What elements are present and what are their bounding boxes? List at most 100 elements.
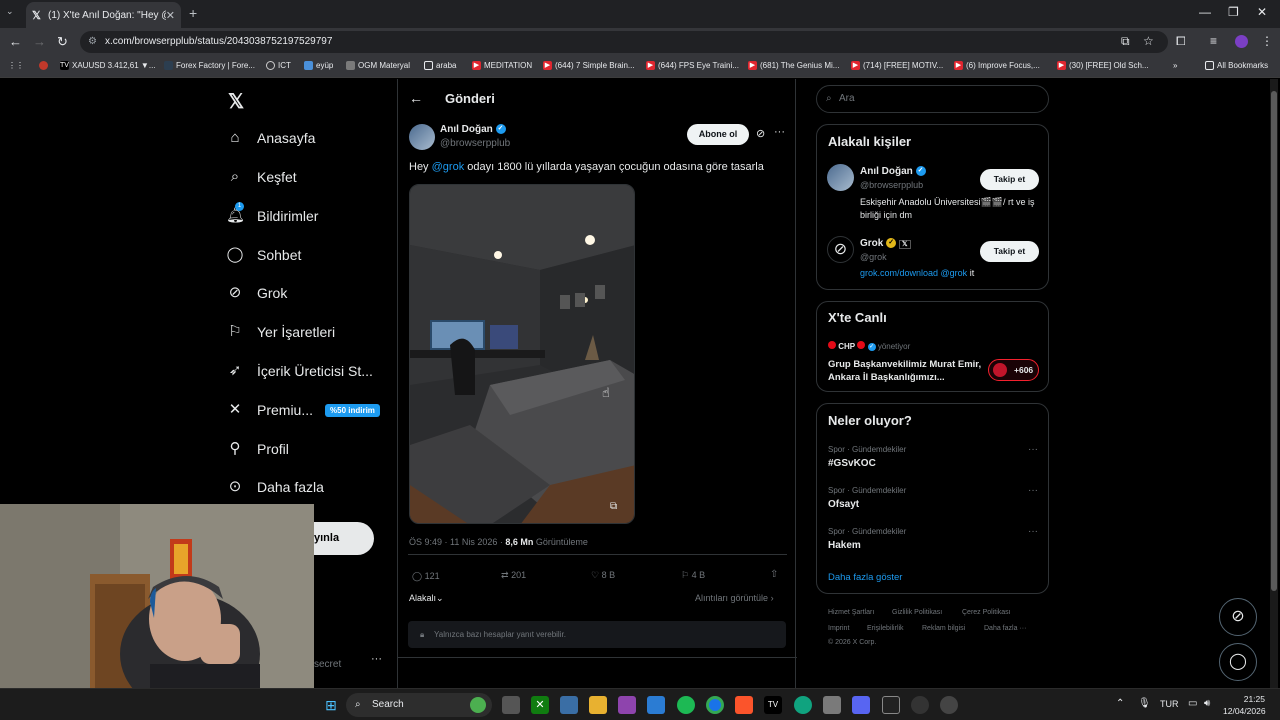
scrollbar[interactable] <box>1270 79 1278 688</box>
volume-icon[interactable]: 🔊︎ <box>1204 698 1210 709</box>
bookmark-item[interactable]: ▶ (6) Improve Focus,... <box>954 61 1040 70</box>
app-icon[interactable] <box>882 696 900 714</box>
footer-link[interactable]: Gizlilik Politikası <box>892 609 942 616</box>
show-more-link[interactable]: Daha fazla göster <box>828 572 902 583</box>
new-tab-button[interactable]: + <box>189 5 197 21</box>
messages-float-button[interactable]: ◯ <box>1219 643 1257 681</box>
search-input[interactable]: ⌕ Ara <box>816 85 1049 113</box>
bookmark-item[interactable]: ▶ (681) The Genius Mi... <box>748 61 839 70</box>
live-host-row[interactable]: CHP ✓ yönetiyor <box>828 341 910 351</box>
person-avatar[interactable] <box>827 164 854 191</box>
scrollbar-thumb[interactable] <box>1271 91 1277 591</box>
nav-chat[interactable]: ◯ Sohbet <box>226 246 302 264</box>
copilot-icon[interactable] <box>647 696 665 714</box>
like-action[interactable]: ♡ 8 B <box>591 570 615 581</box>
subscribe-button[interactable]: Abone ol <box>687 124 749 145</box>
trend-name[interactable]: #GSvKOC <box>828 458 876 469</box>
app-icon[interactable] <box>911 696 929 714</box>
trend-more-icon[interactable]: ··· <box>1028 526 1038 537</box>
post-image[interactable]: ⧉ <box>409 184 635 524</box>
nav-more[interactable]: ⊙ Daha fazla <box>226 478 324 496</box>
follow-button[interactable]: Takip et <box>980 241 1039 262</box>
profile-avatar[interactable] <box>1235 35 1248 48</box>
post-more-icon[interactable]: ··· <box>774 126 785 138</box>
network-icon[interactable]: ▭ <box>1188 698 1197 709</box>
bookmark-item[interactable] <box>39 61 48 70</box>
nav-premium[interactable]: ✕ Premiu... %50 indirim <box>226 401 380 419</box>
app-icon[interactable] <box>618 696 636 714</box>
site-info-icon[interactable]: ⚙ <box>88 31 97 53</box>
bookmark-item[interactable]: OGM Materyal <box>346 61 410 70</box>
footer-link[interactable]: Çerez Politikası <box>962 609 1011 616</box>
bookmark-star-icon[interactable]: ☆ <box>1143 34 1154 48</box>
browser-menu-icon[interactable]: ⋮ <box>1261 34 1273 48</box>
sort-replies-dropdown[interactable]: Alakalı⌄ <box>409 593 444 604</box>
task-view-icon[interactable] <box>502 696 520 714</box>
tradingview-icon[interactable]: TV <box>764 696 782 714</box>
nav-notifications[interactable]: 🔔︎ 1 Bildirimler <box>226 202 318 225</box>
bookmark-item[interactable]: ▶ (30) [FREE] Old Sch... <box>1057 61 1149 70</box>
trend-more-icon[interactable]: ··· <box>1028 444 1038 455</box>
reload-icon[interactable]: ↻ <box>57 34 68 50</box>
bookmark-item[interactable]: eyüp <box>304 61 333 70</box>
discord-icon[interactable] <box>852 696 870 714</box>
live-listeners-pill[interactable]: +606 <box>988 359 1039 381</box>
file-explorer-icon[interactable] <box>589 696 607 714</box>
author-handle[interactable]: @browserpplub <box>440 138 510 149</box>
spotify-icon[interactable] <box>677 696 695 714</box>
footer-link[interactable]: Imprint <box>828 625 849 632</box>
browser-tab[interactable]: 𝕏 (1) X'te Anıl Doğan: "Hey @gro ✕ <box>26 2 181 28</box>
author-avatar[interactable] <box>409 124 435 150</box>
footer-link[interactable]: Reklam bilgisi <box>922 625 965 632</box>
bookmark-item[interactable]: ▶ MEDITATION <box>472 61 532 70</box>
grok-float-button[interactable]: ⊘ <box>1219 598 1257 636</box>
bookmarks-overflow-icon[interactable]: » <box>1173 61 1177 70</box>
nav-explore[interactable]: ⌕ Keşfet <box>226 168 297 186</box>
footer-link[interactable]: Hizmet Şartları <box>828 609 874 616</box>
bio-link[interactable]: grok.com/download @grok <box>860 268 967 278</box>
install-app-icon[interactable]: ⧉ <box>1121 34 1130 49</box>
footer-link[interactable]: Daha fazla ··· <box>984 625 1026 632</box>
live-text[interactable]: Grup Başkanvekilimiz Murat Emir, Ankara … <box>828 358 983 384</box>
person-name[interactable]: Grok ✓ 𝕏 <box>860 238 911 249</box>
nav-creator-studio[interactable]: ➶ İçerik Üreticisi St... <box>226 362 373 380</box>
bookmark-folder[interactable]: araba <box>424 61 456 70</box>
bookmark-action[interactable]: ⚐ 4 B <box>681 570 705 581</box>
forward-icon[interactable]: → <box>33 34 46 49</box>
trend-name[interactable]: Hakem <box>828 540 861 551</box>
clock[interactable]: 21:25 12/04/2026 <box>1223 693 1266 717</box>
tab-close-icon[interactable]: ✕ <box>166 9 175 22</box>
taskbar-search[interactable]: ⌕ Search <box>346 693 492 717</box>
repost-action[interactable]: ⇄ 201 <box>501 570 526 581</box>
grok-avatar-icon[interactable]: ⊘ <box>827 236 854 263</box>
windows-start-icon[interactable]: ⊞ <box>322 696 340 714</box>
bookmark-item[interactable]: ICT <box>266 61 291 70</box>
back-arrow-icon[interactable]: ← <box>409 90 423 106</box>
nav-grok[interactable]: ⊘ Grok <box>226 284 288 302</box>
account-more-icon[interactable]: ··· <box>371 653 382 665</box>
app-icon[interactable] <box>823 696 841 714</box>
view-quotes-link[interactable]: Alıntıları görüntüle › <box>695 593 774 603</box>
tab-groups-icon[interactable]: ≡ <box>1210 34 1217 48</box>
extensions-icon[interactable]: ⧠ <box>1176 34 1186 49</box>
input-language[interactable]: TUR <box>1160 699 1179 709</box>
microphone-icon[interactable]: 🎙︎ <box>1138 698 1151 709</box>
back-icon[interactable]: ← <box>9 34 22 49</box>
account-name[interactable]: secret <box>314 659 341 670</box>
author-name-row[interactable]: Anıl Doğan ✓ <box>440 124 506 135</box>
minimize-icon[interactable]: — <box>1199 5 1211 19</box>
app-icon[interactable] <box>940 696 958 714</box>
follow-button[interactable]: Takip et <box>980 169 1039 190</box>
grok-explain-icon[interactable]: ⊘ <box>756 127 765 140</box>
nav-bookmarks[interactable]: ⚐ Yer İşaretleri <box>226 323 335 341</box>
bookmark-item[interactable]: Forex Factory | Fore... <box>164 61 255 70</box>
reply-action[interactable]: ◯ 121 <box>412 571 440 582</box>
footer-link[interactable]: Erişilebilirlik <box>867 625 904 632</box>
nav-profile[interactable]: ⚲ Profil <box>226 440 289 458</box>
tray-overflow-icon[interactable]: ⌃ <box>1116 698 1124 709</box>
mention-link[interactable]: @grok <box>432 161 465 173</box>
bookmark-item[interactable]: ▶ (644) FPS Eye Traini... <box>646 61 739 70</box>
close-window-icon[interactable]: ✕ <box>1257 5 1267 19</box>
store-icon[interactable] <box>560 696 578 714</box>
address-bar[interactable]: ⚙ x.com/browserpplub/status/204303875219… <box>80 31 1168 53</box>
